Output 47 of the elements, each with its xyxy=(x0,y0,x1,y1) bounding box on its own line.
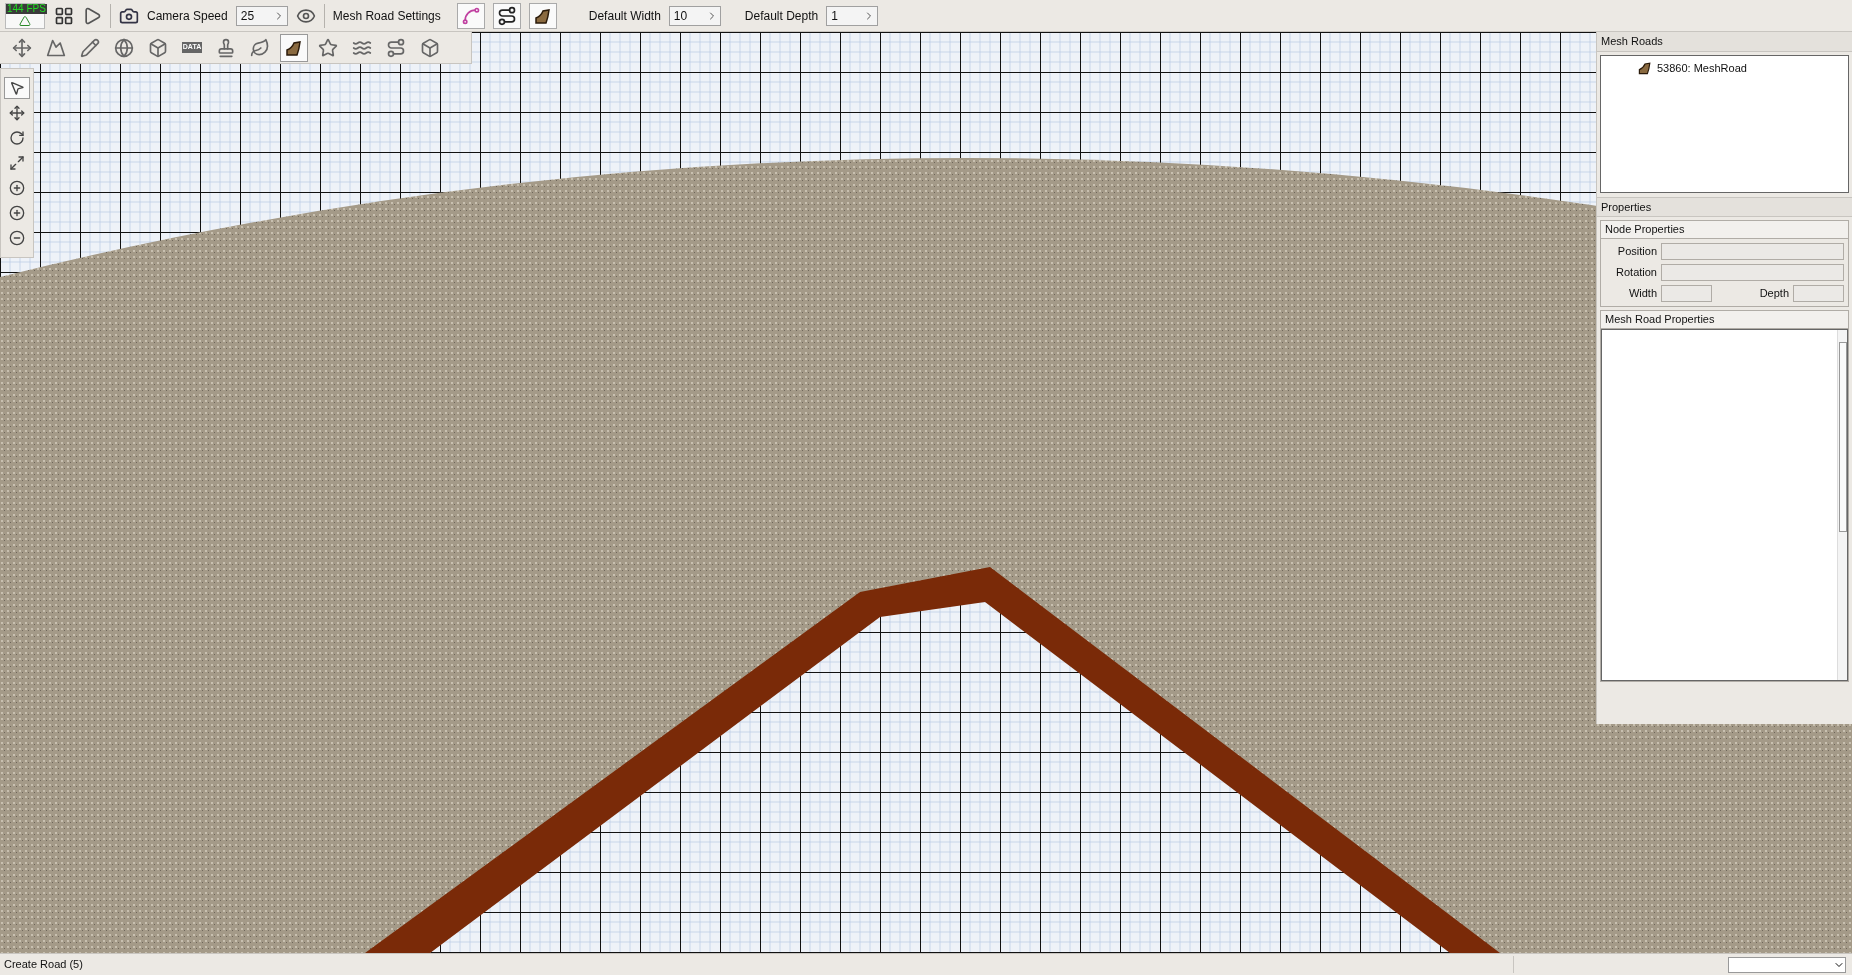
play-icon[interactable] xyxy=(82,5,102,26)
camera-speed-label: Camera Speed xyxy=(147,7,228,25)
input-field[interactable] xyxy=(1661,243,1844,260)
star-icon xyxy=(318,37,338,58)
field-label: Width xyxy=(1627,286,1657,302)
section-header: Node Properties xyxy=(1601,221,1848,239)
scrollbar[interactable] xyxy=(1837,330,1847,680)
default-depth-label: Default Depth xyxy=(744,7,819,25)
editor-tab[interactable] xyxy=(280,33,308,62)
default-depth-field[interactable]: 1 xyxy=(826,5,879,26)
input-field[interactable] xyxy=(1793,285,1844,302)
spline-icon xyxy=(460,5,481,26)
create-icon xyxy=(9,180,25,196)
input-field[interactable] xyxy=(1661,264,1844,281)
status-dropdown[interactable] xyxy=(1728,956,1846,973)
input-field[interactable] xyxy=(1661,285,1712,302)
move-icon xyxy=(9,105,25,121)
cube-icon xyxy=(420,37,440,58)
field-label: Depth xyxy=(1758,286,1789,302)
paint-icon xyxy=(80,37,100,58)
shape-icon xyxy=(148,37,168,58)
tree-item[interactable]: 53860: MeshRoad xyxy=(1637,60,1848,76)
section-header: Mesh Road Properties xyxy=(1601,311,1848,329)
triangle-icon xyxy=(19,14,31,27)
rotate-icon xyxy=(9,130,25,146)
terrain-icon xyxy=(46,37,66,58)
select-icon xyxy=(9,80,25,96)
transform-icon xyxy=(12,37,32,58)
field-label: Position xyxy=(1616,244,1657,260)
leaf-icon xyxy=(250,37,270,58)
remove-icon xyxy=(9,230,25,246)
panel-title: Properties xyxy=(1597,197,1852,217)
tool-button[interactable] xyxy=(4,77,30,99)
mode-button[interactable] xyxy=(528,2,557,29)
scale-icon xyxy=(9,155,25,171)
camera-speed-field[interactable]: 25 xyxy=(235,5,288,26)
layout-icon[interactable] xyxy=(54,5,74,26)
field-label: Rotation xyxy=(1615,265,1657,281)
mode-button[interactable] xyxy=(492,2,521,29)
default-width-label: Default Width xyxy=(588,7,661,25)
stamp-icon xyxy=(216,37,236,58)
insert-icon xyxy=(9,205,25,221)
editor-button[interactable]: 144 FPS xyxy=(5,2,45,29)
settings-label: Mesh Road Settings xyxy=(332,7,441,25)
default-width-field[interactable]: 10 xyxy=(668,5,721,26)
status-text: Create Road (5) xyxy=(0,956,1514,973)
panel-title: Mesh Roads xyxy=(1597,32,1852,52)
